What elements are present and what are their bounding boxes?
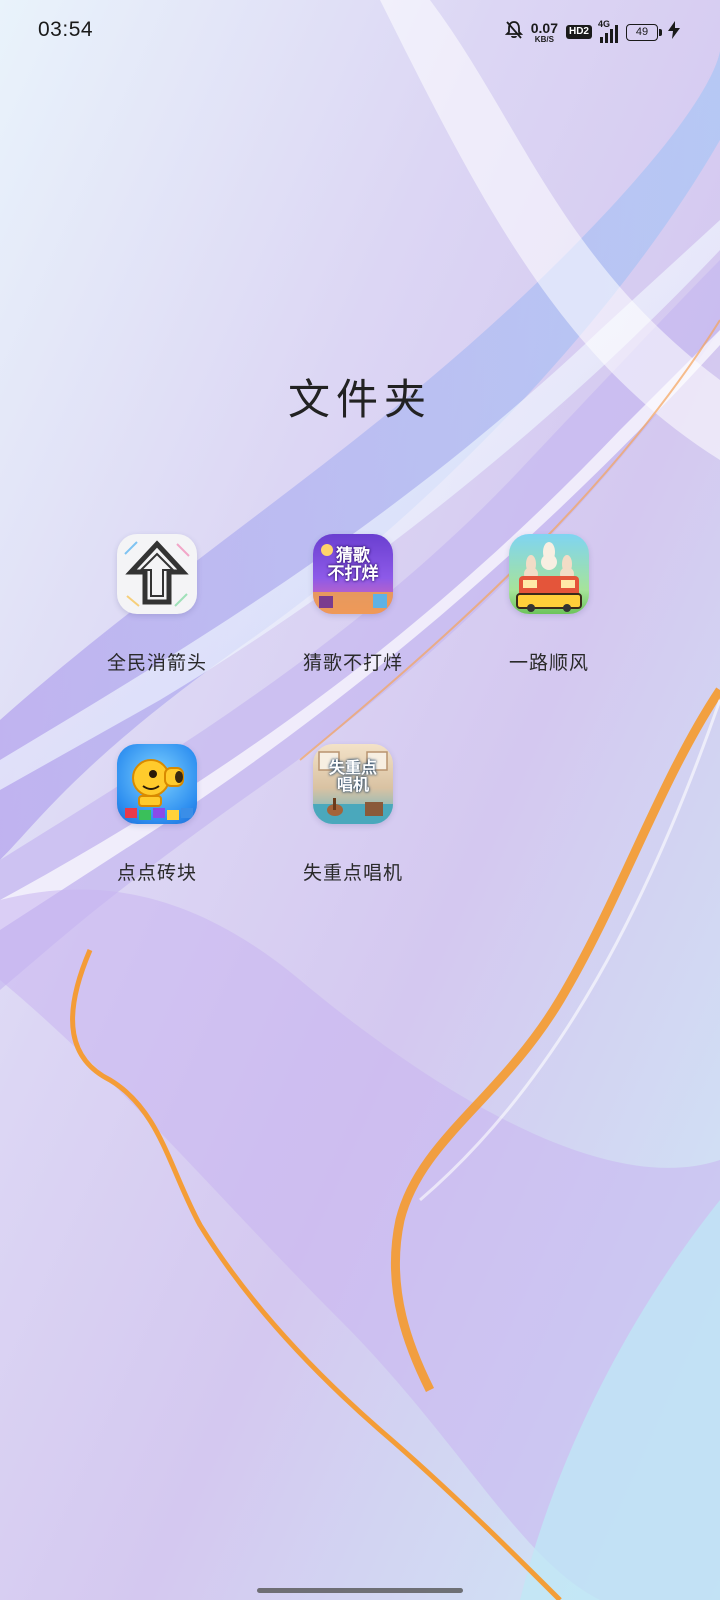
net-speed: 0.07 KB/S	[531, 21, 558, 44]
jukebox-icon[interactable]: 失重点 唱机	[313, 744, 393, 824]
charging-bolt-icon	[668, 20, 680, 44]
status-time: 03:54	[38, 18, 94, 41]
app-diandian-zhuankuai[interactable]: 点点砖块	[67, 744, 247, 885]
network-type: 4G	[598, 19, 611, 29]
app-label: 全民消箭头	[106, 652, 207, 674]
app-yilu-shunfeng[interactable]: 一路顺风	[459, 534, 639, 675]
hd-badge: HD2	[565, 25, 592, 39]
bell-off-icon	[504, 20, 523, 45]
status-icons: 0.07 KB/S HD2 4G 49	[504, 18, 680, 46]
app-label: 一路顺风	[508, 652, 589, 674]
signal-bars-icon: 4G	[598, 19, 618, 43]
app-label: 失重点唱机	[302, 862, 403, 884]
arrow-up-icon[interactable]	[117, 534, 197, 614]
app-label: 点点砖块	[116, 862, 197, 884]
home-indicator[interactable]	[257, 1588, 463, 1593]
net-speed-unit: KB/S	[534, 34, 554, 44]
app-quanmin-xiaojiantou[interactable]: 全民消箭头	[67, 534, 247, 675]
net-speed-value: 0.07	[530, 19, 558, 36]
peashooter-blocks-icon[interactable]	[117, 744, 197, 824]
folder-title[interactable]: 文件夹	[0, 366, 720, 427]
bunny-bus-icon[interactable]	[509, 534, 589, 614]
icon-text-line2: 唱机	[336, 774, 369, 794]
status-bar: 03:54 0.07 KB/S HD2 4G 49	[0, 0, 720, 64]
guess-song-icon[interactable]: 猜歌 不打烊	[313, 534, 393, 614]
icon-text-line2: 不打烊	[327, 563, 379, 584]
battery-icon: 49	[626, 23, 662, 41]
app-caige-budayang[interactable]: 猜歌 不打烊 猜歌不打烊	[263, 534, 443, 675]
app-label: 猜歌不打烊	[302, 652, 403, 674]
battery-level: 49	[635, 25, 649, 38]
app-shizhong-changji[interactable]: 失重点 唱机 失重点唱机	[263, 744, 443, 885]
